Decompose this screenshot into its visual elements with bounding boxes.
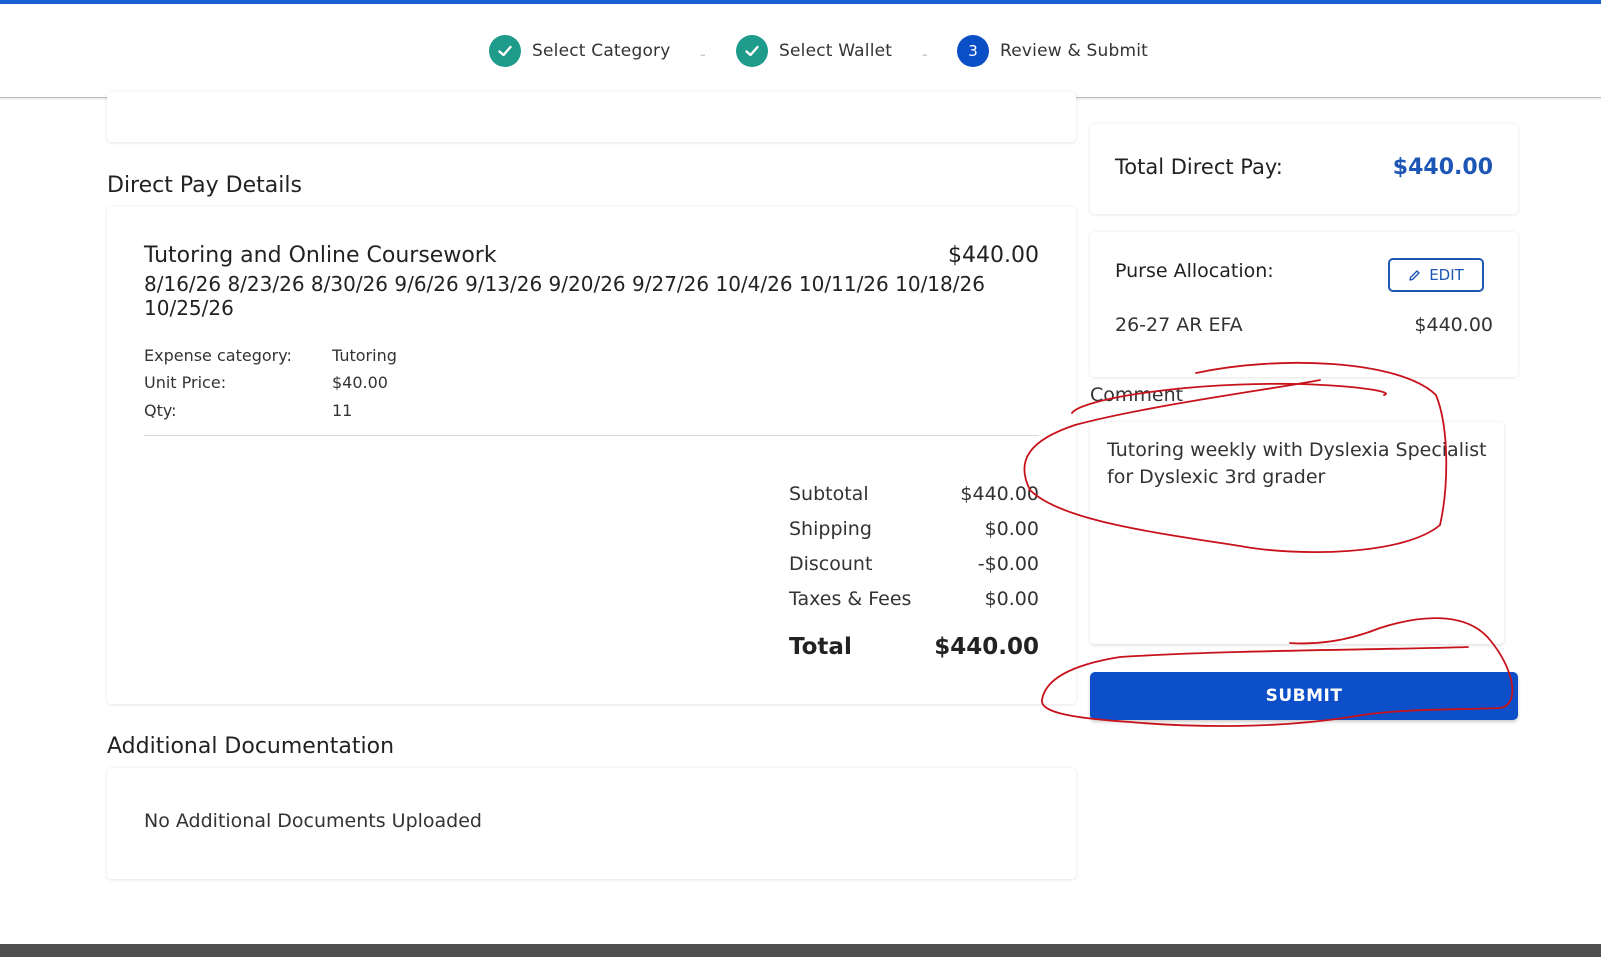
total-direct-pay-value: $440.00 bbox=[1392, 155, 1493, 180]
purse-allocation-label: Purse Allocation: bbox=[1115, 260, 1274, 282]
item-price: $440.00 bbox=[948, 243, 1039, 268]
submit-button[interactable]: SUBMIT bbox=[1090, 672, 1518, 720]
progress-stepper: Select Category – Select Wallet – 3 Revi… bbox=[0, 4, 1601, 98]
purse-allocation-card: Purse Allocation: EDIT 26-27 AR EFA $440… bbox=[1090, 232, 1518, 377]
step-select-wallet[interactable]: Select Wallet bbox=[736, 34, 892, 68]
total-direct-pay-card: Total Direct Pay: $440.00 bbox=[1090, 124, 1518, 214]
expense-category-value: Tutoring bbox=[332, 346, 397, 365]
total-direct-pay-label: Total Direct Pay: bbox=[1115, 155, 1283, 179]
shipping-label: Shipping bbox=[789, 518, 872, 540]
step-separator: – bbox=[700, 48, 706, 61]
pencil-icon bbox=[1409, 269, 1420, 281]
shipping-value: $0.00 bbox=[984, 518, 1039, 540]
total-value: $440.00 bbox=[934, 634, 1039, 660]
step-label: Review & Submit bbox=[1000, 41, 1149, 61]
comment-label: Comment bbox=[1090, 384, 1184, 406]
taxes-label: Taxes & Fees bbox=[789, 588, 912, 610]
unit-price-value: $40.00 bbox=[332, 373, 388, 392]
unit-price-label: Unit Price: bbox=[144, 373, 227, 392]
total-label: Total bbox=[789, 634, 852, 660]
check-icon bbox=[736, 35, 768, 67]
check-icon bbox=[489, 35, 521, 67]
qty-label: Qty: bbox=[144, 401, 177, 420]
additional-docs-title: Additional Documentation bbox=[107, 734, 395, 759]
footer-bar bbox=[0, 944, 1601, 957]
step-select-category[interactable]: Select Category bbox=[489, 34, 671, 68]
edit-button-label: EDIT bbox=[1429, 266, 1464, 284]
direct-pay-card: Tutoring and Online Coursework $440.00 8… bbox=[107, 207, 1076, 704]
subtotal-label: Subtotal bbox=[789, 483, 869, 505]
step-review-submit[interactable]: 3 Review & Submit bbox=[957, 34, 1148, 68]
additional-docs-card: No Additional Documents Uploaded bbox=[107, 768, 1076, 879]
purse-name: 26-27 AR EFA bbox=[1115, 314, 1243, 336]
direct-pay-title: Direct Pay Details bbox=[107, 173, 302, 198]
divider bbox=[144, 435, 1039, 436]
edit-button[interactable]: EDIT bbox=[1388, 258, 1484, 292]
purse-amount: $440.00 bbox=[1414, 314, 1493, 336]
item-dates: 8/16/26 8/23/26 8/30/26 9/6/26 9/13/26 9… bbox=[144, 272, 985, 320]
discount-label: Discount bbox=[789, 553, 873, 575]
step-label: Select Category bbox=[532, 41, 671, 61]
step-separator: – bbox=[922, 48, 928, 61]
expense-category-label: Expense category: bbox=[144, 346, 292, 365]
item-title: Tutoring and Online Coursework bbox=[144, 243, 497, 268]
step-label: Select Wallet bbox=[779, 41, 893, 61]
discount-value: -$0.00 bbox=[977, 553, 1039, 575]
qty-value: 11 bbox=[332, 401, 353, 420]
no-documents-message: No Additional Documents Uploaded bbox=[144, 810, 482, 832]
comment-textarea[interactable]: Tutoring weekly with Dyslexia Specialist… bbox=[1090, 422, 1504, 644]
taxes-value: $0.00 bbox=[984, 588, 1039, 610]
subtotal-value: $440.00 bbox=[960, 483, 1039, 505]
previous-card bbox=[107, 92, 1076, 142]
step-number-badge: 3 bbox=[957, 35, 989, 67]
